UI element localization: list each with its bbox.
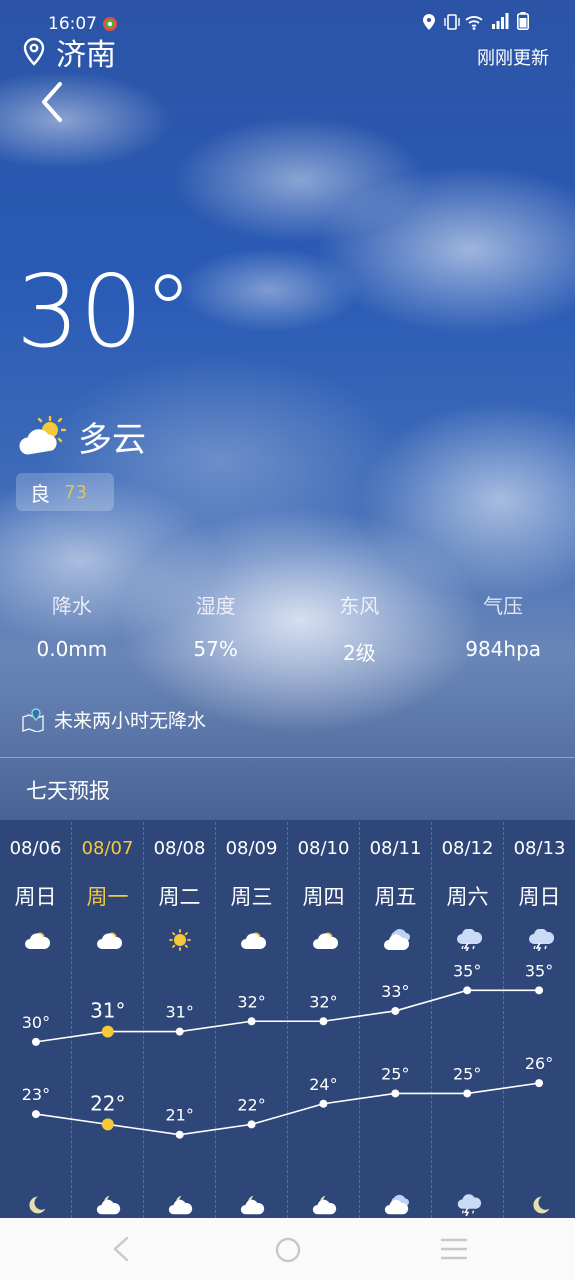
stat-label: 湿度: [195, 594, 236, 618]
aqi-badge[interactable]: 良 73: [16, 473, 114, 511]
day-weekday: 周三: [230, 885, 273, 909]
day-date: 08/08: [153, 838, 206, 859]
city-name: 济南: [56, 38, 116, 73]
stat-humidity: 湿度 57%: [144, 590, 288, 666]
forecast-day[interactable]: 08/08 周二: [144, 822, 216, 1218]
cloudy-icon: [384, 1194, 409, 1215]
home-nav-icon[interactable]: [274, 1236, 302, 1264]
divider: [0, 757, 575, 758]
partly-cloudy-icon: [312, 932, 338, 949]
day-weekday: 周四: [302, 885, 345, 909]
partly-cloudy-icon: [24, 932, 50, 949]
forecast-day[interactable]: 08/10 周四: [288, 822, 360, 1218]
current-condition: 多云: [18, 412, 146, 461]
partly-cloudy-icon: [96, 932, 122, 949]
cloudy-moon-icon: [96, 1195, 120, 1215]
partly-cloudy-icon: [240, 932, 266, 949]
forecast-day[interactable]: 08/12 周六: [432, 822, 504, 1218]
forecast-day[interactable]: 08/11 周五: [360, 822, 432, 1218]
menu-nav-icon[interactable]: [440, 1236, 468, 1262]
day-weekday: 周日: [518, 885, 561, 909]
stat-value: 2级: [343, 641, 376, 665]
cloudy-moon-icon: [168, 1195, 192, 1215]
cloudy-icon: [383, 929, 410, 950]
partly-cloudy-icon: [19, 415, 67, 455]
stat-label: 气压: [483, 594, 524, 618]
location-pin-icon: [23, 37, 45, 66]
thunderstorm-icon: [456, 929, 482, 951]
day-date: 08/09: [225, 838, 278, 859]
stat-wind: 东风 2级: [288, 590, 432, 666]
weather-stats: 降水 0.0mm 湿度 57% 东风 2级 气压 984hpa: [0, 590, 575, 666]
stat-value: 57%: [193, 637, 238, 661]
thunderstorm-icon: [528, 929, 554, 951]
stat-label: 降水: [51, 594, 92, 618]
cloudy-moon-icon: [312, 1195, 336, 1215]
forecast-day[interactable]: 08/06 周日: [0, 822, 72, 1218]
update-status: 刚刚更新: [477, 48, 549, 69]
aqi-label: 良: [30, 481, 50, 506]
stat-label: 东风: [339, 594, 380, 618]
day-date: 08/07: [81, 838, 134, 859]
signal-icon: [492, 13, 509, 29]
stat-precipitation: 降水 0.0mm: [0, 590, 144, 666]
back-chevron-icon[interactable]: [36, 80, 66, 124]
day-date: 08/10: [297, 838, 350, 859]
cloudy-moon-icon: [240, 1195, 264, 1215]
forecast-title: 七天预报: [26, 779, 110, 803]
location-icon: [423, 14, 435, 30]
condition-text: 多云: [78, 420, 146, 460]
moon-icon: [532, 1196, 549, 1214]
city-selector[interactable]: 济南: [22, 30, 116, 74]
day-weekday: 周日: [14, 885, 57, 909]
system-navigation-bar: [0, 1218, 575, 1280]
sun-icon: [168, 929, 191, 951]
back-nav-icon[interactable]: [110, 1236, 132, 1262]
day-date: 08/06: [9, 838, 62, 859]
battery-icon: [517, 12, 529, 30]
vibrate-icon: [444, 14, 460, 30]
wifi-icon: [465, 16, 483, 30]
stat-pressure: 气压 984hpa: [431, 590, 575, 666]
day-weekday: 周一: [86, 885, 129, 909]
day-date: 08/12: [441, 838, 494, 859]
seven-day-forecast: 08/06 周日 08/07 周一 08/08 周二 08/09 周三 08/1…: [0, 822, 575, 1218]
rain-map-icon: [22, 707, 44, 732]
day-weekday: 周五: [374, 885, 417, 909]
moon-icon: [28, 1196, 45, 1214]
forecast-day[interactable]: 08/09 周三: [216, 822, 288, 1218]
day-weekday: 周六: [446, 885, 489, 909]
sky-background: [0, 0, 575, 820]
thunderstorm-icon: [457, 1194, 481, 1216]
aqi-value: 73: [64, 481, 87, 503]
precipitation-forecast[interactable]: 未来两小时无降水: [22, 706, 206, 733]
stat-value: 984hpa: [465, 637, 542, 661]
day-date: 08/11: [369, 838, 422, 859]
forecast-day[interactable]: 08/13 周日: [504, 822, 575, 1218]
forecast-day[interactable]: 08/07 周一: [72, 822, 144, 1218]
current-temperature: 30°: [16, 253, 194, 370]
stat-value: 0.0mm: [36, 637, 108, 661]
day-weekday: 周二: [158, 885, 201, 909]
day-date: 08/13: [513, 838, 566, 859]
rain-note: 未来两小时无降水: [54, 710, 207, 732]
